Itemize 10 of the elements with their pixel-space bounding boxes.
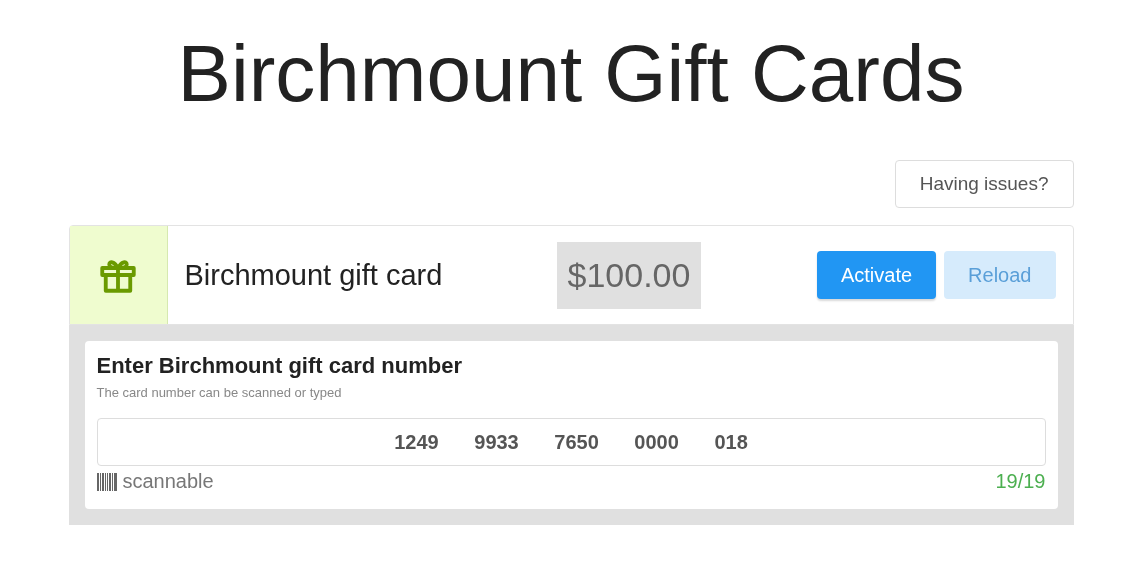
- card-number-field[interactable]: 1249 9933 7650 0000 018: [96, 418, 1046, 466]
- entry-hint: The card number can be scanned or typed: [96, 385, 343, 400]
- character-counter: 19/19: [995, 470, 1046, 493]
- product-price: $100.00: [556, 241, 702, 309]
- page-title: Birchmount Gift Cards: [177, 28, 965, 120]
- barcode-icon: [96, 472, 117, 491]
- help-button[interactable]: Having issues?: [894, 160, 1074, 208]
- entry-heading: Enter Birchmount gift card number: [96, 353, 463, 379]
- product-name: Birchmount gift card: [184, 258, 444, 292]
- scannable-label: scannable: [122, 470, 214, 493]
